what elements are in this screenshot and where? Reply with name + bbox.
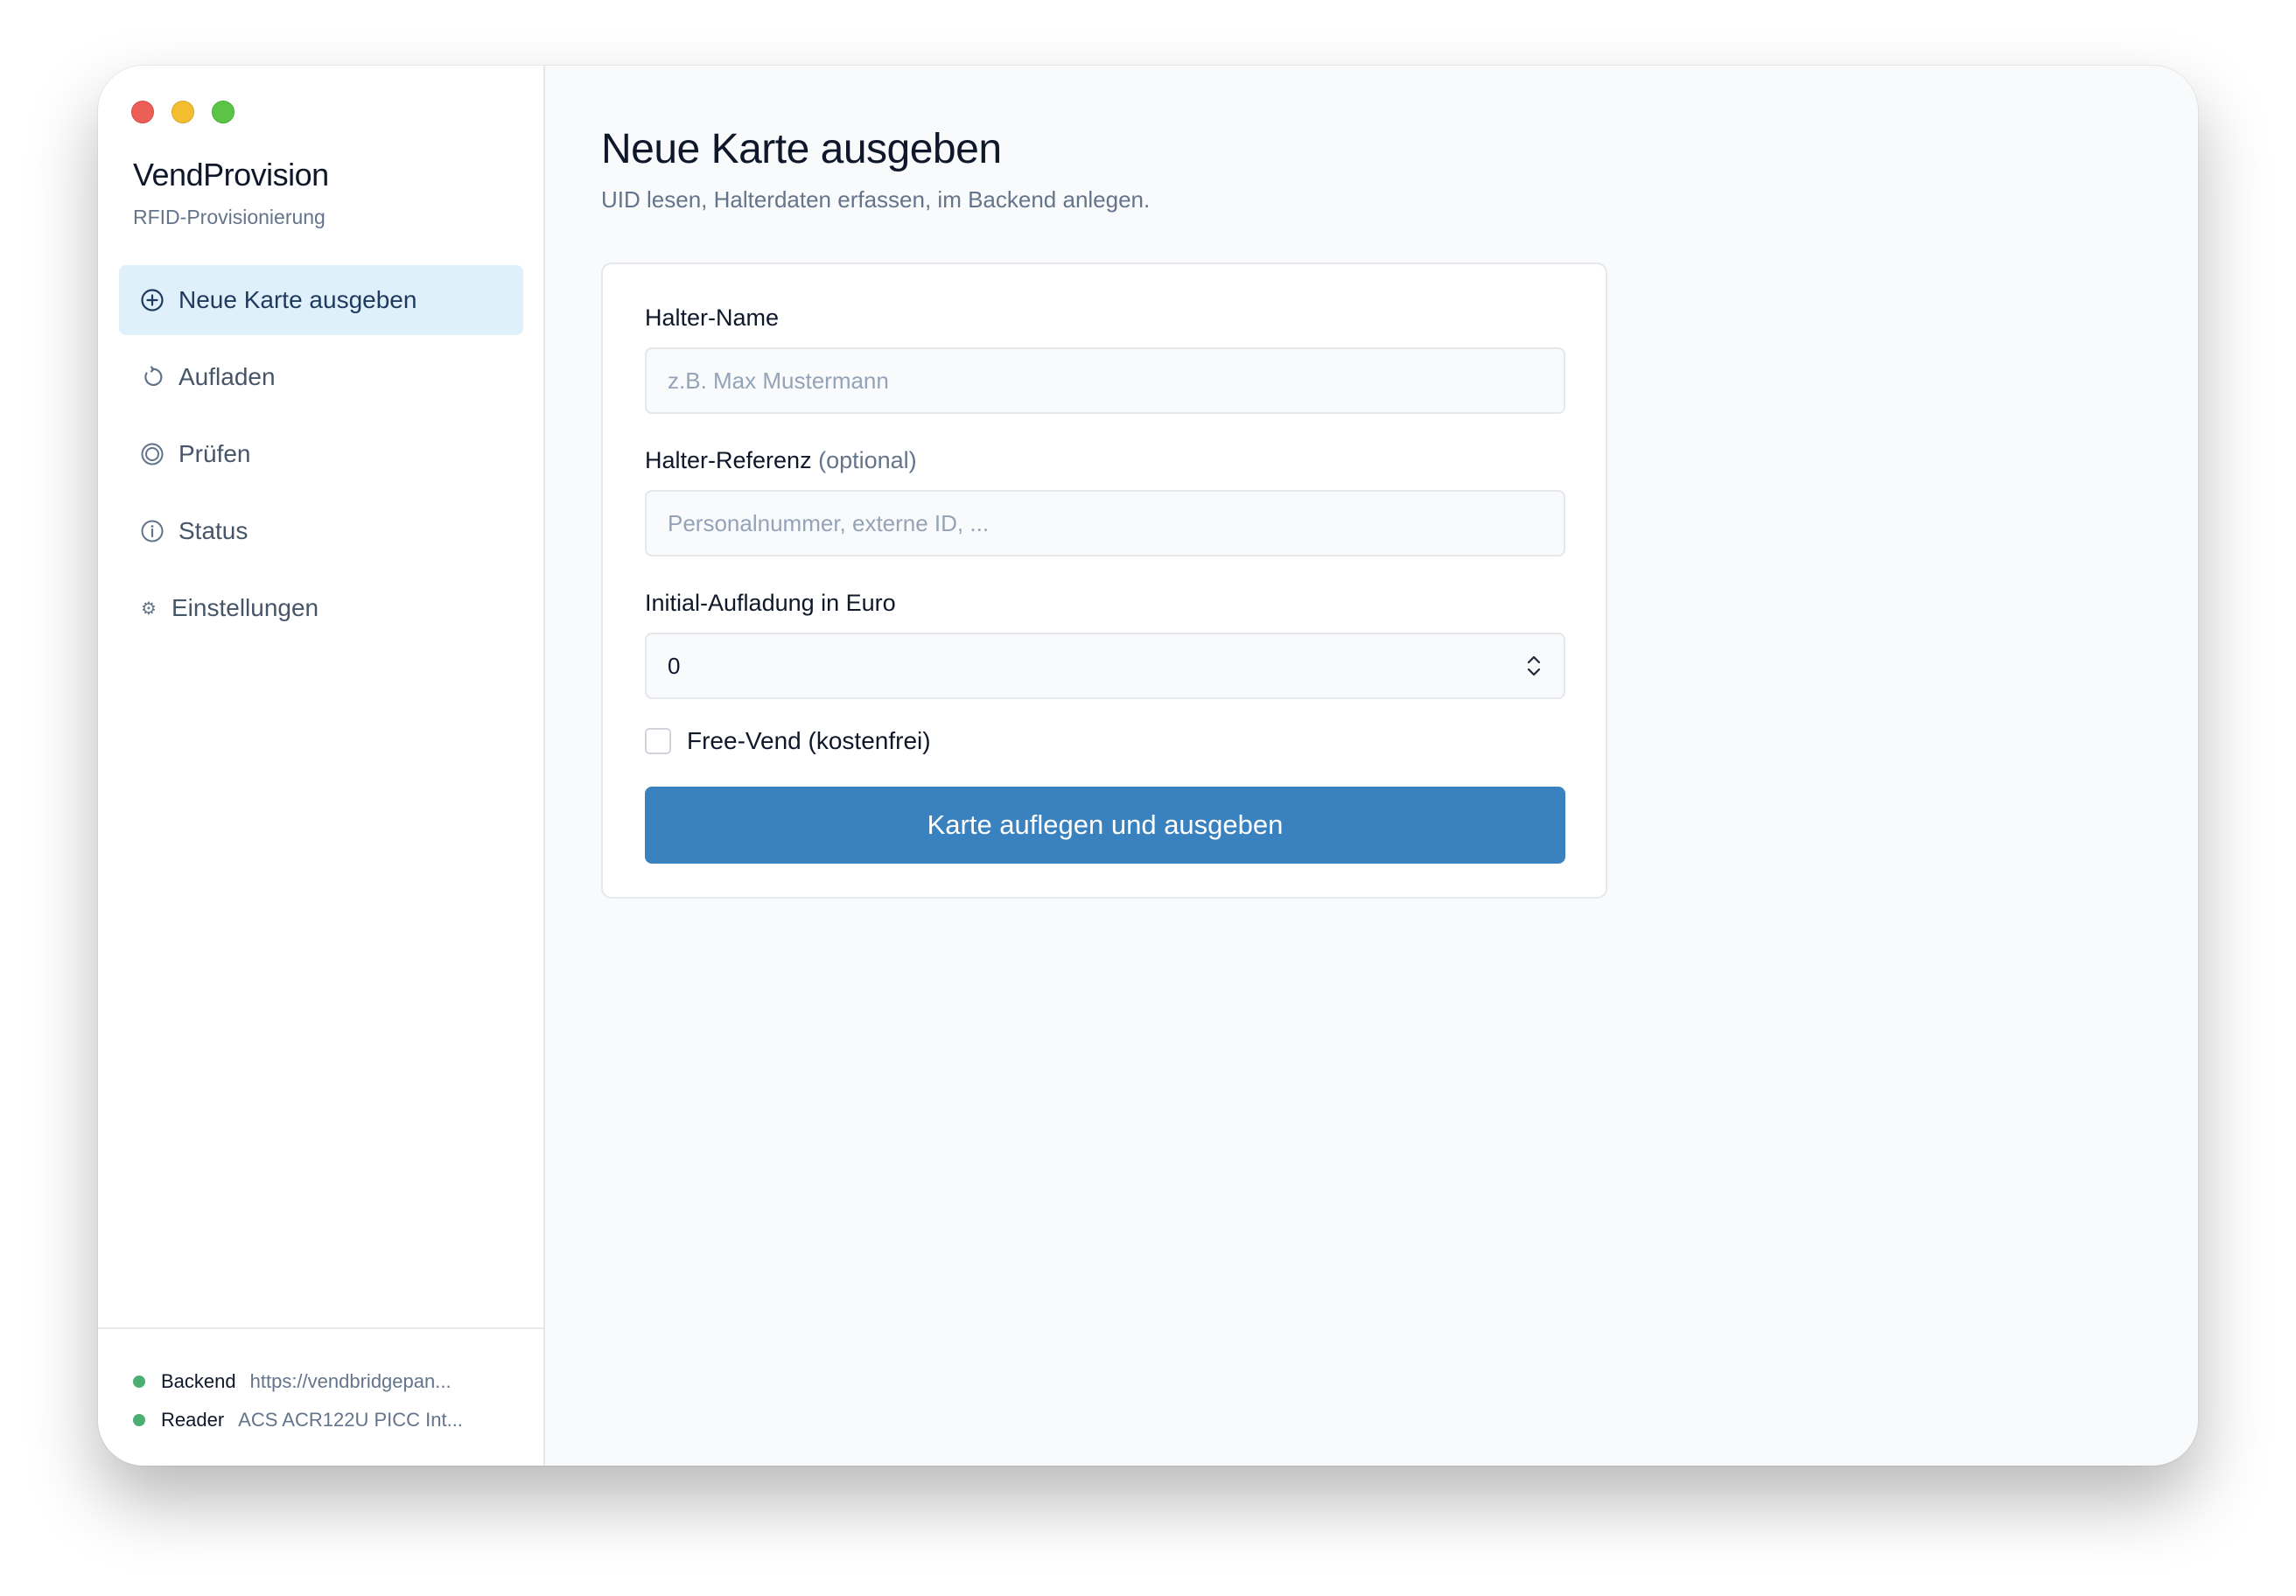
- status-backend: Backend https://vendbridgepan...: [133, 1362, 543, 1401]
- sidebar-nav: Neue Karte ausgeben Aufladen Prüfen Stat…: [119, 265, 523, 650]
- sidebar-item-aufladen[interactable]: Aufladen: [119, 342, 523, 412]
- zoom-window-button[interactable]: [212, 101, 234, 123]
- issue-card-form: Halter-Name z.B. Max Mustermann Halter-R…: [601, 262, 1607, 899]
- sidebar-item-label: Prüfen: [178, 440, 251, 467]
- halter-referenz-label-text: Halter-Referenz: [645, 447, 812, 473]
- initial-aufladung-label: Initial-Aufladung in Euro: [645, 590, 896, 616]
- connection-status: Backend https://vendbridgepan... Reader …: [98, 1327, 543, 1466]
- optional-hint: (optional): [818, 447, 917, 473]
- sidebar-item-label: Status: [178, 517, 248, 544]
- close-window-button[interactable]: [131, 101, 154, 123]
- minimize-window-button[interactable]: [172, 101, 194, 123]
- sidebar-item-neue-karte[interactable]: Neue Karte ausgeben: [119, 265, 523, 335]
- halter-referenz-label: Halter-Referenz (optional): [645, 447, 1564, 474]
- sidebar-item-pruefen[interactable]: Prüfen: [119, 419, 523, 489]
- free-vend-checkbox[interactable]: [645, 728, 671, 754]
- halter-referenz-input[interactable]: Personalnummer, externe ID, ...: [645, 490, 1565, 556]
- radio-target-icon: [140, 442, 164, 466]
- plus-circle-icon: [140, 288, 164, 312]
- window-controls: [131, 101, 234, 123]
- gear-icon: ⚙: [141, 598, 157, 619]
- status-key: Reader: [161, 1409, 225, 1431]
- sidebar: VendProvision RFID-Provisionierung Neue …: [98, 66, 545, 1466]
- info-circle-icon: [140, 519, 164, 543]
- app-name: VendProvision: [133, 157, 329, 192]
- karte-ausgeben-button[interactable]: Karte auflegen und ausgeben: [645, 787, 1565, 864]
- status-dot-reader: [133, 1414, 145, 1426]
- app-window: VendProvision RFID-Provisionierung Neue …: [98, 66, 2198, 1466]
- halter-name-label: Halter-Name: [645, 304, 780, 331]
- sidebar-item-label: Aufladen: [178, 363, 276, 390]
- status-value: ACS ACR122U PICC Int...: [238, 1409, 463, 1431]
- page-title: Neue Karte ausgeben: [601, 126, 1002, 172]
- refresh-icon: [140, 365, 164, 389]
- initial-aufladung-input[interactable]: 0: [645, 633, 1565, 699]
- app-subtitle: RFID-Provisionierung: [133, 206, 326, 228]
- sidebar-item-einstellungen[interactable]: ⚙ Einstellungen: [119, 573, 523, 643]
- status-key: Backend: [161, 1370, 236, 1392]
- status-value: https://vendbridgepan...: [249, 1370, 452, 1392]
- free-vend-option[interactable]: Free-Vend (kostenfrei): [645, 727, 1564, 755]
- brand: VendProvision RFID-Provisionierung: [133, 157, 329, 229]
- number-stepper-icon[interactable]: [1525, 650, 1543, 682]
- initial-aufladung-value: 0: [668, 652, 681, 679]
- main-content: Neue Karte ausgeben UID lesen, Halterdat…: [545, 66, 2198, 1466]
- sidebar-item-label: Neue Karte ausgeben: [178, 286, 417, 313]
- sidebar-item-status[interactable]: Status: [119, 496, 523, 566]
- status-reader: Reader ACS ACR122U PICC Int...: [133, 1401, 543, 1439]
- page-subtitle: UID lesen, Halterdaten erfassen, im Back…: [601, 186, 1151, 213]
- halter-name-input[interactable]: z.B. Max Mustermann: [645, 347, 1565, 414]
- sidebar-item-label: Einstellungen: [172, 594, 319, 621]
- status-dot-backend: [133, 1376, 145, 1388]
- halter-referenz-placeholder: Personalnummer, externe ID, ...: [668, 509, 990, 536]
- halter-name-placeholder: z.B. Max Mustermann: [668, 367, 889, 394]
- free-vend-label: Free-Vend (kostenfrei): [687, 727, 931, 754]
